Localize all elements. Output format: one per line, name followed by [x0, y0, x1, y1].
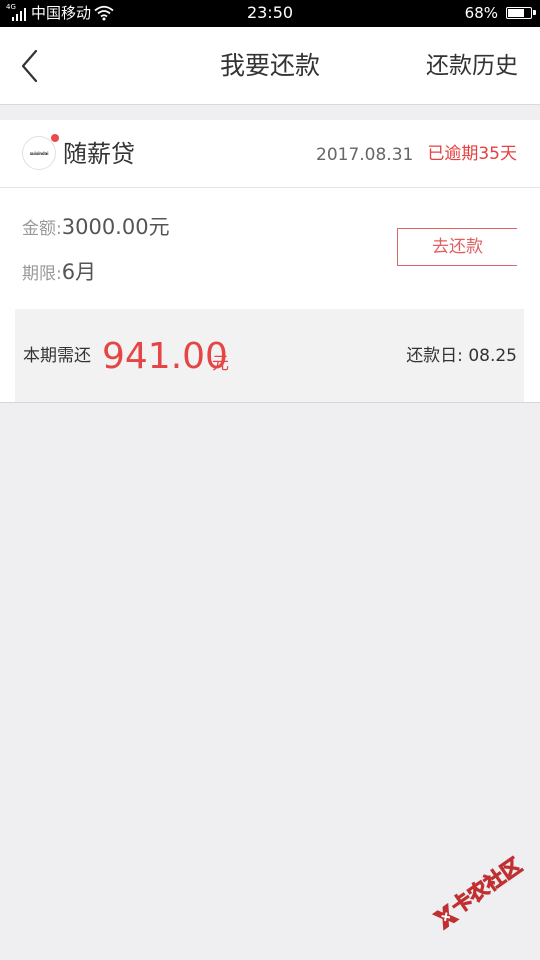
due-amount: 941.00 — [102, 336, 228, 377]
amount-label: 金额: — [22, 219, 62, 239]
due-summary: 本期需还 941.00 元 还款日: 08.25 — [15, 309, 524, 402]
due-label: 本期需还 — [23, 346, 91, 366]
nav-bar: 我要还款 还款历史 — [0, 27, 540, 105]
product-logo: suixindai — [22, 134, 59, 170]
watermark: 卡农社区 — [413, 835, 540, 958]
term-label: 期限: — [22, 264, 62, 284]
status-bar: 4G 中国移动 23:50 68% — [0, 0, 540, 27]
battery-icon — [506, 7, 536, 19]
repayment-history-link[interactable]: 还款历史 — [426, 51, 518, 81]
term-value: 6月 — [61, 260, 97, 284]
loan-card: suixindai 随薪贷 2017.08.31 已逾期35天 金额:3000.… — [0, 120, 540, 403]
logo-icon: suixindai — [22, 136, 56, 170]
overdue-status: 已逾期35天 — [427, 144, 517, 164]
due-unit: 元 — [212, 354, 229, 374]
watermark-text: 卡农社区 — [446, 853, 527, 920]
due-date: 还款日: 08.25 — [406, 346, 517, 366]
loan-date: 2017.08.31 — [316, 145, 414, 165]
notification-dot-icon — [51, 134, 59, 142]
battery-fill — [508, 9, 525, 17]
product-name: 随薪贷 — [63, 140, 135, 168]
status-time: 23:50 — [246, 3, 294, 22]
loan-card-header: suixindai 随薪贷 2017.08.31 已逾期35天 — [0, 120, 540, 188]
amount-row: 金额:3000.00元 — [22, 214, 170, 242]
term-row: 期限:6月 — [22, 259, 96, 287]
amount-value: 3000.00元 — [61, 215, 170, 239]
status-right: 68% — [464, 4, 536, 22]
battery-percent: 68% — [464, 4, 498, 22]
repay-button[interactable]: 去还款 — [397, 228, 517, 266]
